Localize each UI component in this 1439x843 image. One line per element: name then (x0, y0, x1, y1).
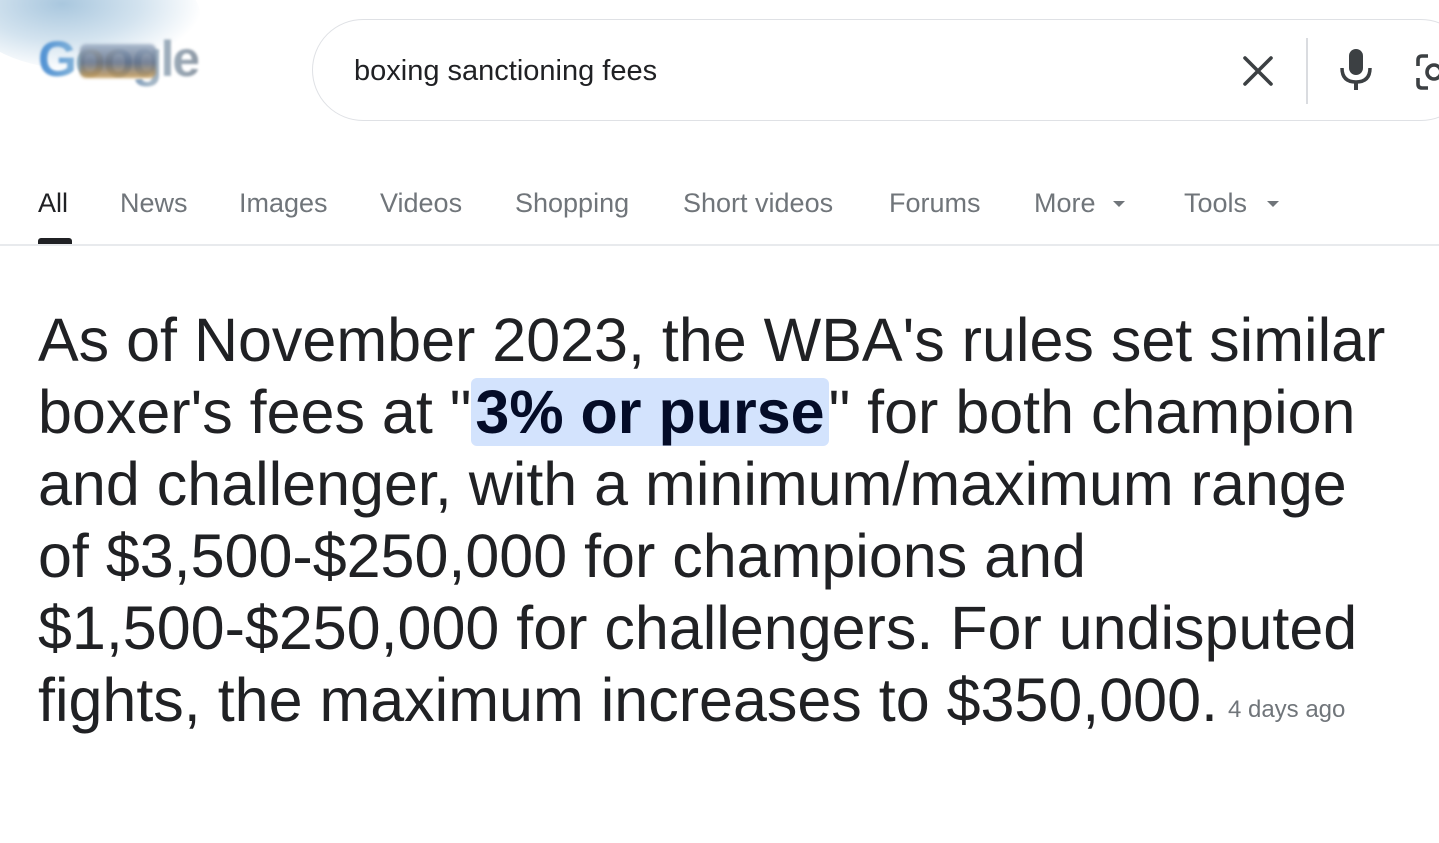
camera-lens-icon[interactable] (1414, 52, 1439, 92)
answer-highlight: 3% or purse (471, 378, 829, 446)
google-logo[interactable]: Google (0, 0, 250, 120)
featured-snippet-answer: As of November 2023, the WBA's rules set… (38, 304, 1388, 746)
caret-down-icon (1112, 184, 1126, 222)
tab-all[interactable]: All (38, 184, 68, 224)
answer-date: 4 days ago (1227, 696, 1346, 723)
tab-news[interactable]: News (120, 184, 188, 224)
microphone-icon[interactable] (1334, 46, 1378, 94)
tab-tools[interactable]: Tools (1184, 184, 1284, 224)
close-icon[interactable] (1236, 49, 1280, 93)
tab-forums[interactable]: Forums (889, 184, 981, 224)
tab-images[interactable]: Images (239, 184, 328, 224)
tabs-divider (0, 244, 1439, 246)
tab-shopping[interactable]: Shopping (515, 184, 629, 224)
tab-short-videos[interactable]: Short videos (683, 184, 833, 224)
search-input[interactable]: boxing sanctioning fees (354, 50, 657, 92)
tab-more-label: More (1034, 188, 1096, 218)
caret-down-icon (1266, 184, 1280, 222)
doodle-image (80, 44, 156, 78)
tab-more[interactable]: More (1034, 184, 1134, 224)
search-results-page: Google boxing sanctioning fees All News … (0, 0, 1439, 843)
tab-videos[interactable]: Videos (380, 184, 462, 224)
tab-tools-label: Tools (1184, 188, 1248, 218)
search-box-divider (1306, 38, 1308, 104)
